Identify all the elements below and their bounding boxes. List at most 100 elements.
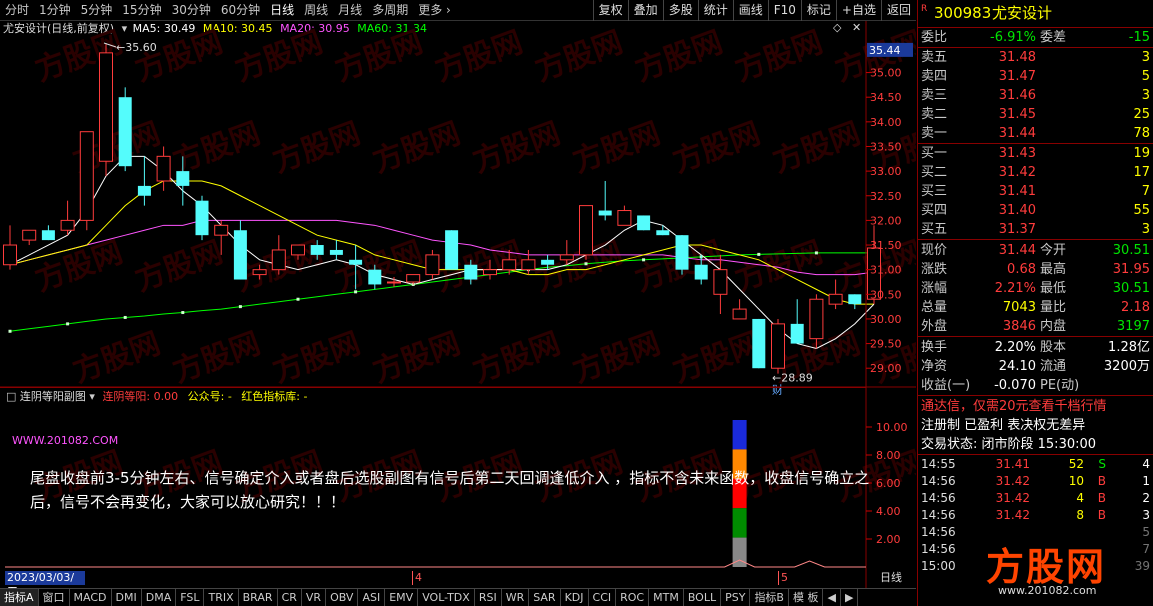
candle-body-up[interactable] (828, 293, 843, 305)
indicator-tab[interactable]: VOL-TDX (418, 589, 475, 606)
candle-body-down[interactable] (598, 210, 612, 216)
period-tab[interactable]: 分时 (0, 0, 34, 21)
candle-body-down[interactable] (694, 264, 708, 280)
ask-row[interactable]: 卖五 31.48 3 (918, 48, 1153, 67)
period-tab[interactable]: 月线 (333, 0, 367, 21)
candle-body-up[interactable] (387, 281, 401, 284)
candle-body-up[interactable] (502, 259, 517, 271)
bid-row[interactable]: 买一 31.43 19 (918, 144, 1153, 163)
candle-body-down[interactable] (176, 171, 190, 186)
candle-body-up[interactable] (713, 269, 728, 295)
indicator-expand-icon[interactable]: ▾ (89, 390, 95, 403)
bid-row[interactable]: 买三 31.41 7 (918, 182, 1153, 201)
candle-body-up[interactable] (214, 224, 229, 236)
candle-body-down[interactable] (752, 318, 766, 369)
ask-row[interactable]: 卖二 31.45 25 (918, 105, 1153, 124)
more-periods-button[interactable]: 更多 › (413, 0, 456, 21)
indicator-tab[interactable]: CCI (589, 589, 617, 606)
indicator-tab[interactable]: DMI (112, 589, 142, 606)
statistics-button[interactable]: 统计 (697, 0, 733, 21)
candle-body-down[interactable] (790, 323, 804, 344)
candle-body-up[interactable] (79, 131, 94, 221)
candle-body-up[interactable] (60, 219, 75, 231)
indicator-tab[interactable]: SAR (529, 589, 561, 606)
indicator-tab[interactable]: 模 板 (789, 589, 824, 606)
candle-body-down[interactable] (233, 230, 247, 280)
indicator-tab[interactable]: BRAR (239, 589, 278, 606)
indicator-tab[interactable]: VR (302, 589, 327, 606)
scroll-right-icon[interactable]: ▶ (841, 589, 859, 606)
indicator-tab[interactable]: 指标A (0, 589, 39, 606)
indicator-tab[interactable]: WR (502, 589, 530, 606)
promo-link[interactable]: 通达信，仅需20元查看千档行情 (918, 397, 1153, 416)
mark-button[interactable]: 标记 (800, 0, 836, 21)
indicator-tab[interactable]: OBV (326, 589, 359, 606)
multi-stock-button[interactable]: 多股 (662, 0, 698, 21)
candle-body-down[interactable] (675, 235, 689, 270)
indicator-tab[interactable]: KDJ (561, 589, 589, 606)
f10-button[interactable]: F10 (767, 0, 801, 21)
indicator-tab[interactable]: 指标B (750, 589, 789, 606)
candle-body-down[interactable] (41, 230, 55, 241)
period-tab[interactable]: 5分钟 (76, 0, 118, 21)
indicator-tab[interactable]: 窗口 (39, 589, 70, 606)
indicator-tab[interactable]: ASI (358, 589, 386, 606)
ask-row[interactable]: 卖一 31.44 78 (918, 124, 1153, 143)
period-tab-daily[interactable]: 日线 (265, 0, 299, 21)
candle-body-down[interactable] (848, 294, 862, 305)
bid-row[interactable]: 买四 31.40 55 (918, 201, 1153, 220)
candle-body-up[interactable] (483, 269, 497, 276)
period-tab[interactable]: 周线 (299, 0, 333, 21)
candle-body-down[interactable] (541, 259, 555, 265)
candle-body-up[interactable] (771, 323, 785, 369)
candle-body-down[interactable] (464, 264, 478, 280)
candle-body-up[interactable] (271, 249, 286, 271)
candle-body-up[interactable] (3, 244, 17, 266)
period-tab[interactable]: 1分钟 (34, 0, 76, 21)
candle-body-down[interactable] (137, 185, 151, 196)
candle-body-up[interactable] (579, 205, 593, 256)
scroll-left-icon[interactable]: ◀ (823, 589, 841, 606)
candle-body-down[interactable] (656, 230, 670, 236)
candle-body-up[interactable] (521, 259, 536, 271)
indicator-tab[interactable]: MACD (70, 589, 112, 606)
period-tab[interactable]: 多周期 (367, 0, 413, 21)
period-tab[interactable]: 60分钟 (216, 0, 265, 21)
indicator-tab[interactable]: PSY (721, 589, 751, 606)
candle-body-up[interactable] (291, 244, 305, 256)
candle-body-down[interactable] (637, 215, 651, 231)
bid-row[interactable]: 买五 31.37 3 (918, 220, 1153, 239)
indicator-tab[interactable]: MTM (649, 589, 684, 606)
period-tab[interactable]: 15分钟 (117, 0, 166, 21)
candle-body-up[interactable] (252, 269, 267, 276)
indicator-tab[interactable]: RSI (475, 589, 502, 606)
draw-line-button[interactable]: 画线 (732, 0, 768, 21)
ask-row[interactable]: 卖三 31.46 3 (918, 86, 1153, 105)
ask-row[interactable]: 卖四 31.47 5 (918, 67, 1153, 86)
indicator-tab[interactable]: DMA (142, 589, 177, 606)
indicator-tab[interactable]: FSL (176, 589, 205, 606)
candle-body-up[interactable] (617, 210, 632, 226)
candle-body-up[interactable] (809, 298, 824, 340)
indicator-tab[interactable]: EMV (385, 589, 419, 606)
indicator-tab[interactable]: ROC (616, 589, 650, 606)
indicator-tab[interactable]: BOLL (684, 589, 722, 606)
candle-body-up[interactable] (732, 308, 747, 320)
candle-body-up[interactable] (99, 52, 113, 162)
candle-body-up[interactable] (559, 254, 574, 261)
add-watchlist-button[interactable]: +自选 (835, 0, 881, 21)
candle-body-up[interactable] (406, 274, 421, 283)
candle-body-down[interactable] (310, 245, 324, 255)
indicator-close-icon[interactable]: □ (6, 390, 16, 403)
indicator-tab[interactable]: CR (278, 589, 302, 606)
back-button[interactable]: 返回 (880, 0, 916, 21)
period-tab[interactable]: 30分钟 (167, 0, 216, 21)
candle-body-down[interactable] (118, 97, 132, 167)
indicator-tab[interactable]: TRIX (204, 589, 239, 606)
candle-body-down[interactable] (368, 269, 382, 285)
bid-row[interactable]: 买二 31.42 17 (918, 163, 1153, 182)
candle-body-down[interactable] (195, 200, 209, 236)
candle-body-down[interactable] (329, 249, 343, 255)
candle-body-down[interactable] (445, 230, 459, 270)
candle-body-down[interactable] (349, 259, 363, 265)
